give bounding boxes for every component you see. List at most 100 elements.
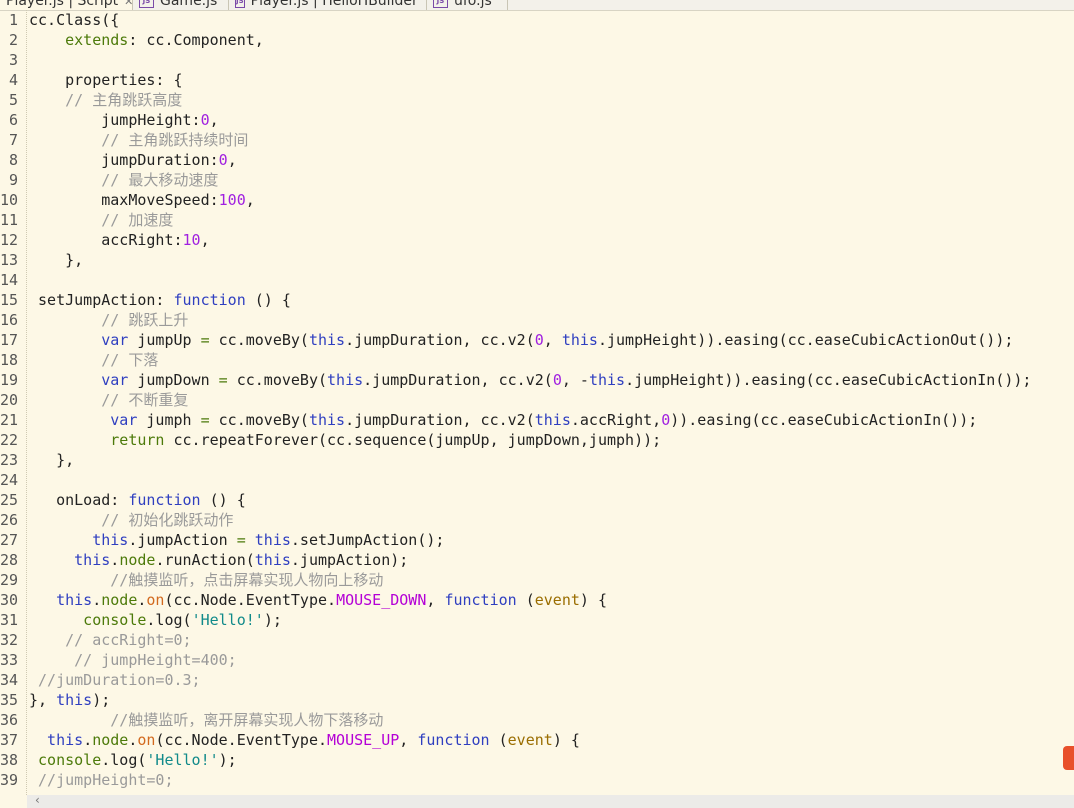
line-number: 15 (0, 291, 19, 309)
line-number: 30 (0, 591, 19, 609)
line-number: 10 (0, 191, 19, 209)
code-token: this (254, 551, 291, 569)
code-token: jumpDown (128, 371, 219, 389)
line-number: 38 (0, 751, 19, 769)
code-token: cc.moveBy( (209, 411, 309, 429)
code-text: this.jumpAction = this.setJumpAction(); (29, 530, 444, 550)
line-number: 26 (0, 511, 19, 529)
code-token: // 不断重复 (29, 391, 189, 409)
close-tab-icon[interactable]: ✕ (124, 0, 133, 8)
line-number: 39 (0, 771, 19, 789)
code-text: // 跳跃上升 (29, 310, 188, 330)
code-text: return cc.repeatForever(cc.sequence(jump… (29, 430, 661, 450)
code-token: , (227, 151, 237, 169)
code-text: //jumDuration=0.3; (29, 670, 201, 690)
code-token: node (119, 551, 156, 569)
code-token: 10 (182, 231, 201, 249)
side-panel-icon[interactable] (1063, 746, 1074, 770)
code-token: this (56, 691, 93, 709)
code-token: return (29, 431, 165, 449)
code-token: ); (218, 751, 237, 769)
code-token: node (101, 591, 138, 609)
line-number: 23 (0, 451, 19, 469)
code-token: jumpDuration: (29, 151, 219, 169)
code-token: .jumpAction (128, 531, 237, 549)
code-token: (cc.Node.EventType. (155, 731, 328, 749)
line-number: 2 (8, 31, 18, 49)
line-number: 11 (0, 211, 19, 229)
code-token: // 主角跳跃高度 (29, 91, 183, 109)
line-number: 3 (8, 51, 18, 69)
code-token: .log( (101, 751, 147, 769)
code-token: extends (65, 31, 129, 49)
code-text: //触摸监听，离开屏幕实现人物下落移动 (29, 710, 383, 730)
code-token: 0 (200, 111, 210, 129)
tab-3[interactable]: JS Player.js | HelloHBuilder (229, 0, 427, 10)
code-token: onLoad: (29, 491, 129, 509)
code-token: on (146, 591, 165, 609)
code-token: .accRight, (570, 411, 662, 429)
line-number: 17 (0, 331, 19, 349)
code-text: setJumpAction: function () { (29, 290, 291, 310)
line-number: 8 (8, 151, 18, 169)
code-text: // 加速度 (29, 210, 173, 230)
code-text: var jumpUp = cc.moveBy(this.jumpDuration… (29, 330, 1013, 350)
line-number: 18 (0, 351, 19, 369)
code-text: maxMoveSpeed:100, (29, 190, 255, 210)
code-text: // jumpHeight=400; (29, 650, 237, 670)
code-token: ( (489, 731, 508, 749)
code-token: cc.Class({ (29, 11, 120, 29)
code-token: //jumDuration=0.3; (29, 671, 201, 689)
code-text: // 初始化跳跃动作 (29, 510, 233, 530)
code-token: () { (200, 491, 246, 509)
code-token: cc.moveBy( (209, 331, 309, 349)
js-file-icon: JS (235, 0, 245, 8)
code-token: on (137, 731, 156, 749)
code-token: ); (92, 691, 111, 709)
tab-4[interactable]: JS ufo.js (427, 0, 508, 10)
code-text: // accRight=0; (29, 630, 191, 650)
code-text: this.node.runAction(this.jumpAction); (29, 550, 408, 570)
code-token: jumph (137, 411, 201, 429)
code-text: //触摸监听，点击屏幕实现人物向上移动 (29, 570, 383, 590)
code-token: this (29, 551, 111, 569)
code-token: = (218, 371, 228, 389)
code-token: )).easing(cc.easeCubicActionIn()); (670, 411, 978, 429)
code-token: = (200, 411, 210, 429)
line-number: 33 (0, 651, 19, 669)
line-number: 25 (0, 491, 19, 509)
code-text: // 下落 (29, 350, 158, 370)
code-token: //触摸监听，点击屏幕实现人物向上移动 (29, 571, 384, 589)
code-token: this (254, 531, 291, 549)
code-token: .setJumpAction(); (290, 531, 445, 549)
horizontal-scrollbar[interactable]: ‹ (27, 793, 1074, 808)
code-text: console.log('Hello!'); (29, 750, 237, 770)
code-token: (cc.Node.EventType. (164, 591, 337, 609)
code-token: setJumpAction: (29, 291, 174, 309)
code-token: // 初始化跳跃动作 (29, 511, 234, 529)
code-token: , (399, 731, 418, 749)
line-number: 20 (0, 391, 19, 409)
line-number: 16 (0, 311, 19, 329)
tab-label: Player.js | Script (6, 0, 119, 9)
code-token: . (83, 731, 93, 749)
code-text: accRight:10, (29, 230, 209, 250)
scroll-left-icon[interactable]: ‹ (35, 793, 40, 807)
line-number: 12 (0, 231, 19, 249)
js-file-icon: JS (433, 0, 448, 8)
code-token: this (308, 331, 346, 349)
code-token: console (29, 611, 147, 629)
code-token: var (29, 371, 129, 389)
code-token: 100 (218, 191, 246, 209)
js-file-icon: JS (139, 0, 154, 8)
code-token: ) { (552, 731, 580, 749)
code-text: }, (29, 250, 83, 270)
code-token: accRight: (29, 231, 183, 249)
code-token: maxMoveSpeed: (29, 191, 219, 209)
tab-1[interactable]: Player.js | Script ✕ (0, 0, 133, 10)
line-number: 34 (0, 671, 19, 689)
code-editor[interactable]: 1 cc.Class({2 extends: cc.Component, 3 4 pr… (0, 10, 1074, 795)
tab-2[interactable]: JS Game.js (133, 0, 229, 10)
code-token: .jumpHeight)).easing(cc.easeCubicActionO… (597, 331, 1014, 349)
line-number: 6 (8, 111, 18, 129)
